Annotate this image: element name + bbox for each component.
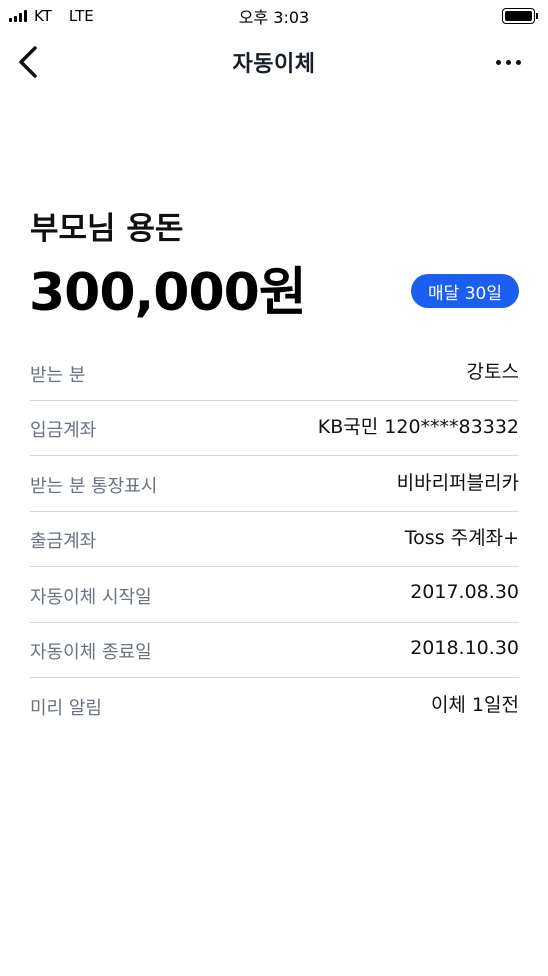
detail-label: 미리 알림 (30, 698, 102, 720)
network-label: LTE (68, 7, 94, 25)
detail-list: 받는 분 강토스 입금계좌 KB국민 120****83332 받는 분 통장표… (30, 345, 519, 734)
chevron-left-icon (19, 46, 37, 78)
detail-label: 출금계좌 (30, 531, 97, 553)
detail-row-withdrawal-account: 출금계좌 Toss 주계좌+ (30, 512, 519, 567)
more-button[interactable] (488, 42, 528, 82)
navigation-bar: 자동이체 (0, 34, 548, 90)
status-left: KT LTE (9, 7, 94, 25)
detail-value: 2017.08.30 (410, 581, 519, 604)
detail-value: Toss 주계좌+ (404, 527, 519, 550)
transfer-amount: 300,000원 (29, 263, 307, 323)
detail-row-deposit-account: 입금계좌 KB국민 120****83332 (30, 401, 519, 456)
detail-label: 입금계좌 (30, 420, 97, 442)
detail-label: 자동이체 종료일 (30, 642, 152, 664)
carrier-label: KT (34, 7, 52, 25)
detail-row-recipient-memo: 받는 분 통장표시 비바리퍼블리카 (30, 456, 519, 512)
detail-label: 받는 분 (30, 364, 86, 386)
signal-icon (9, 10, 27, 22)
detail-label: 자동이체 시작일 (30, 586, 152, 608)
back-button[interactable] (8, 42, 48, 82)
detail-value: 2018.10.30 (410, 636, 519, 659)
more-horizontal-icon (495, 59, 501, 65)
detail-value: 강토스 (466, 360, 519, 383)
status-bar: KT LTE 오후 3:03 (0, 0, 548, 32)
schedule-badge[interactable]: 매달 30일 (411, 274, 519, 308)
detail-row-recipient: 받는 분 강토스 (30, 345, 519, 401)
detail-label: 받는 분 통장표시 (30, 475, 158, 497)
page-title: 자동이체 (232, 52, 316, 77)
auto-transfer-detail-screen: KT LTE 오후 3:03 자동이체 부모님 용돈 300,000원 매달 3… (0, 0, 548, 976)
detail-value: 비바리퍼블리카 (396, 471, 519, 494)
detail-row-start-date: 자동이체 시작일 2017.08.30 (30, 567, 519, 623)
detail-row-reminder: 미리 알림 이체 1일전 (30, 678, 519, 734)
detail-value: 이체 1일전 (430, 694, 519, 717)
battery-icon (502, 8, 538, 24)
status-time: 오후 3:03 (238, 8, 310, 27)
detail-row-end-date: 자동이체 종료일 2018.10.30 (30, 623, 519, 678)
transfer-name: 부모님 용돈 (30, 211, 184, 247)
detail-value: KB국민 120****83332 (317, 416, 519, 439)
